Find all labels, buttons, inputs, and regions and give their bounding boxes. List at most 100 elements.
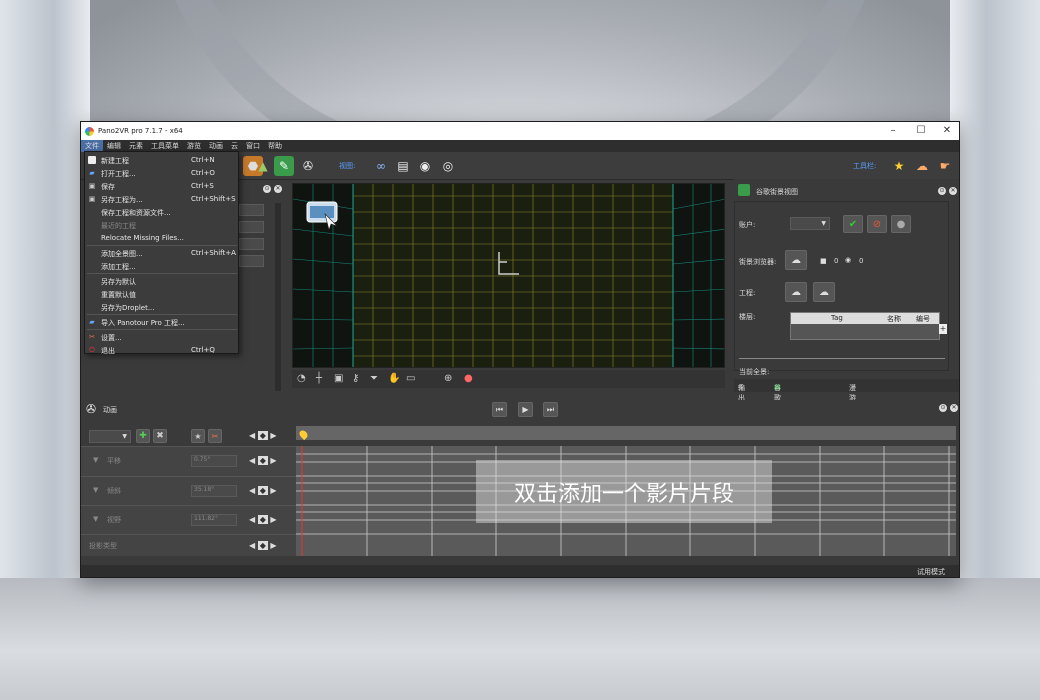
track-expand-icon[interactable]: ▼	[93, 456, 98, 464]
divider	[739, 358, 945, 359]
property-field[interactable]	[239, 204, 264, 216]
track-expand-icon[interactable]: ▼	[93, 486, 98, 494]
skip-start-button[interactable]: ⏮	[492, 402, 507, 417]
track-value[interactable]: 111.82°	[191, 514, 237, 526]
track-value[interactable]: 35.18°	[191, 485, 237, 497]
menu-item-save-as[interactable]: ▣ 另存工程为... Ctrl+Shift+S	[85, 192, 238, 205]
timeline-ruler[interactable]	[296, 426, 956, 441]
keyframe-nav[interactable]: ◀ ◆ ▶	[249, 541, 277, 550]
animation-title: 动画	[103, 406, 117, 414]
add-clip-icon[interactable]: ✚	[136, 429, 150, 443]
street-browser-label: 街景浏览器:	[739, 258, 777, 266]
menu-item-relocate-missing[interactable]: Relocate Missing Files...	[85, 231, 238, 244]
menu-item-shortcut: Ctrl+Q	[191, 346, 215, 354]
color-wheel-icon[interactable]: ●	[464, 373, 473, 384]
film-reel-icon[interactable]: ✇	[298, 156, 318, 176]
menu-item-save[interactable]: ▣ 保存 Ctrl+S	[85, 179, 238, 192]
cloud-browser-icon[interactable]: ☁	[785, 250, 807, 270]
maximize-button[interactable]: ☐	[907, 122, 935, 140]
google-panel-body: 账户: ▼ ✔ ⊘ ● 街景浏览器: ☁ ■ 0 ◉ 0 工程: ☁ ☁ 楼层:…	[734, 201, 949, 376]
viewer-toolbar: ◔ ┼ ▣ ⚷ ⏷ ✋ ▭ ⊕ ●	[292, 370, 725, 388]
delete-clip-icon[interactable]: ✖	[153, 429, 167, 443]
track-projection: 投影类型 ◀ ◆ ▶	[81, 534, 296, 556]
property-field[interactable]	[239, 221, 264, 233]
panel-float-button[interactable]: ⊙	[938, 187, 946, 195]
menu-item-open-project[interactable]: ▰ 打开工程... Ctrl+O	[85, 166, 238, 179]
menu-item-save-default[interactable]: 另存为默认	[85, 274, 238, 287]
close-button[interactable]: ✕	[933, 122, 961, 140]
menu-item-label: 导入 Panotour Pro 工程...	[101, 319, 185, 327]
panel-close-button[interactable]: ✕	[950, 404, 958, 412]
keyframe-nav[interactable]: ◀ ◆ ▶	[249, 515, 277, 524]
menu-item-settings[interactable]: ✂ 设置...	[85, 330, 238, 343]
binoculars-icon[interactable]: ∞	[371, 156, 391, 176]
map-icon[interactable]: ✎	[274, 156, 294, 176]
track-expand-icon[interactable]: ▼	[93, 515, 98, 523]
settings-icon: ✂	[89, 333, 95, 341]
shield-check-icon[interactable]: ✔	[843, 215, 863, 233]
property-field[interactable]	[239, 255, 264, 267]
menu-window[interactable]: 窗口	[242, 140, 264, 152]
track-label: 平移	[107, 457, 121, 465]
panel-close-button[interactable]: ✕	[274, 185, 282, 193]
panel-close-button[interactable]: ✕	[949, 187, 957, 195]
tour-icon[interactable]: ▲	[253, 156, 273, 176]
cloud-upload-icon[interactable]: ☁	[785, 282, 807, 302]
panorama-image-icon[interactable]: ▭	[406, 373, 415, 384]
funnel-icon[interactable]: ⏷	[370, 373, 378, 384]
logout-icon[interactable]: ⊘	[867, 215, 887, 233]
clipboard-icon[interactable]: ▤	[393, 156, 413, 176]
menu-item-label: 重置默认值	[101, 291, 136, 299]
menu-item-new-project[interactable]: 新建工程 Ctrl+N	[85, 153, 238, 166]
account-select[interactable]: ▼	[790, 217, 830, 230]
menu-item-add-panorama[interactable]: 添加全景图... Ctrl+Shift+A	[85, 246, 238, 259]
eye-count-icon: ◉	[845, 256, 852, 264]
menu-help[interactable]: 帮助	[264, 140, 286, 152]
clip-select[interactable]: ▼	[89, 430, 131, 443]
panel-float-button[interactable]: ⊙	[263, 185, 271, 193]
compass-icon[interactable]: ◔	[297, 373, 306, 384]
skip-end-button[interactable]: ⏭	[543, 402, 558, 417]
menu-item-import-panotour[interactable]: ▰ 导入 Panotour Pro 工程...	[85, 315, 238, 328]
keyframe-nav[interactable]: ◀ ◆ ▶	[249, 431, 277, 440]
menu-item-exit[interactable]: ⏻ 退出 Ctrl+Q	[85, 343, 238, 356]
star-icon[interactable]: ★	[889, 156, 909, 176]
key-icon[interactable]: ⚷	[352, 373, 359, 384]
track-value[interactable]: 0.75°	[191, 455, 237, 467]
panorama-viewer[interactable]	[292, 183, 725, 368]
chevron-down-icon: ▼	[821, 220, 826, 227]
hand-icon[interactable]: ☛	[935, 156, 955, 176]
cloud-download-icon[interactable]: ☁	[813, 282, 835, 302]
menu-item-shortcut: Ctrl+Shift+S	[191, 195, 236, 203]
play-button[interactable]: ▶	[518, 402, 533, 417]
menu-item-save-with-assets[interactable]: 保存工程和资源文件...	[85, 205, 238, 218]
menu-item-add-project[interactable]: 添加工程...	[85, 259, 238, 272]
menu-item-reset-default[interactable]: 重置默认值	[85, 287, 238, 300]
settings-icon[interactable]: ✂	[208, 429, 222, 443]
target-icon[interactable]: ⊕	[444, 373, 452, 384]
menu-item-label: 另存为Droplet...	[101, 304, 155, 312]
menu-item-save-droplet[interactable]: 另存为Droplet...	[85, 300, 238, 313]
floor-table: Tag 名称 编号 +	[790, 312, 947, 340]
keyframe-diamond-icon: ◆	[257, 431, 268, 440]
panel-float-button[interactable]: ⊙	[939, 404, 947, 412]
photo-count: 0	[834, 257, 839, 265]
frame-icon[interactable]: ▣	[334, 373, 343, 384]
minimize-button[interactable]: –	[879, 122, 907, 140]
user-icon[interactable]: ●	[891, 215, 911, 233]
property-field[interactable]	[239, 238, 264, 250]
file-menu-dropdown: 新建工程 Ctrl+N ▰ 打开工程... Ctrl+O ▣ 保存 Ctrl+S ▣ 另存工…	[84, 151, 239, 356]
film-reel-icon: ✇	[86, 402, 97, 416]
eye-icon[interactable]: ◎	[438, 156, 458, 176]
tools-label: 工具栏:	[853, 162, 877, 170]
panel-scrollbar[interactable]	[275, 203, 281, 391]
add-floor-button[interactable]: +	[939, 324, 947, 334]
drag-hand-icon[interactable]: ✋	[388, 373, 400, 384]
keyframe-nav[interactable]: ◀ ◆ ▶	[249, 456, 277, 465]
keyframe-nav[interactable]: ◀ ◆ ▶	[249, 486, 277, 495]
weather-icon[interactable]: ☁	[912, 156, 932, 176]
star-keyframe-icon[interactable]: ★	[191, 429, 205, 443]
compass-view-icon[interactable]: ◉	[415, 156, 435, 176]
open-folder-icon: ▰	[89, 169, 95, 177]
crosshair-line-icon[interactable]: ┼	[316, 373, 322, 384]
